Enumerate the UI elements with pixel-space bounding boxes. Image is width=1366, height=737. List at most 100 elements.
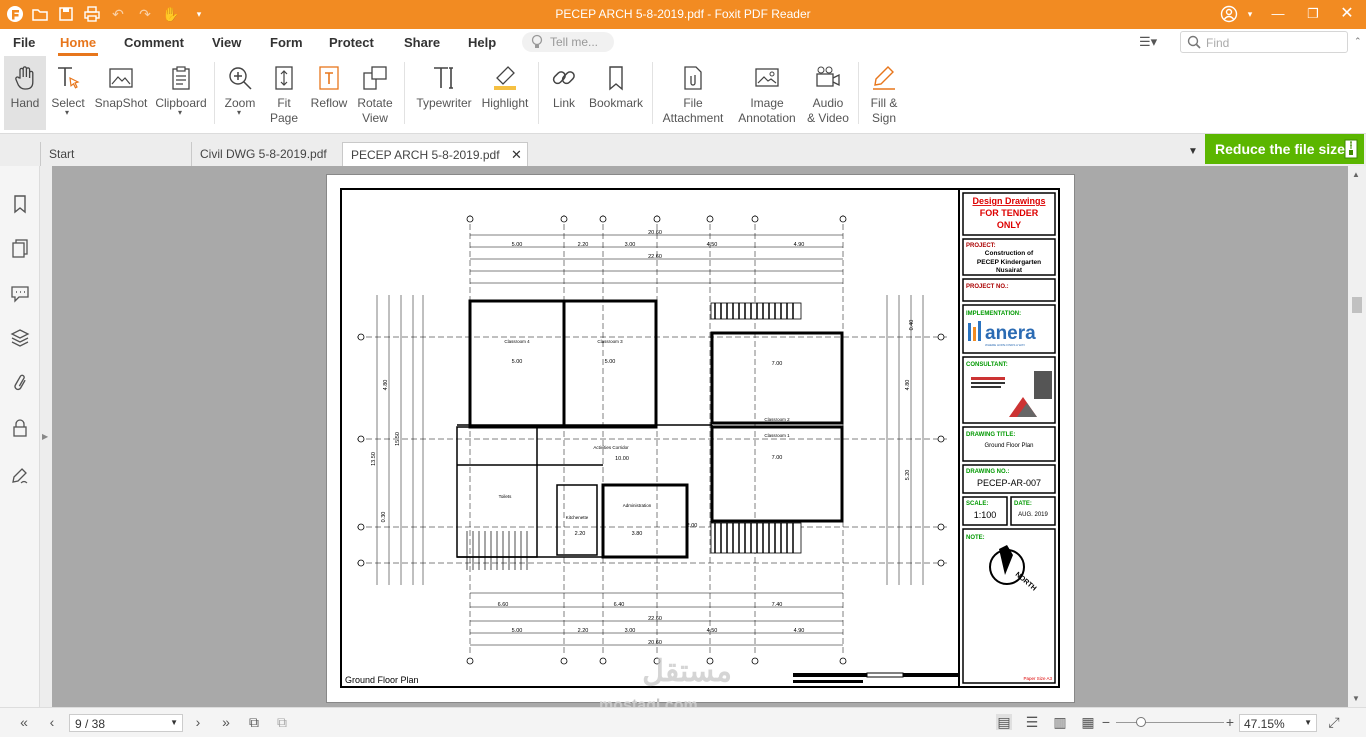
room-administration: Administration: [623, 503, 652, 508]
menu-protect[interactable]: Protect: [329, 35, 374, 50]
file-attachment-button[interactable]: File Attachment: [658, 56, 728, 130]
select-chevron-icon: ▾: [65, 108, 70, 117]
zoom-out-icon[interactable]: −: [1098, 714, 1114, 730]
search-icon: [1187, 35, 1201, 52]
dim-side-1: 4.80: [383, 380, 389, 391]
menu-home[interactable]: Home: [57, 35, 99, 56]
zoom-percentage-input[interactable]: 47.15% ▼: [1239, 714, 1317, 732]
dim-inner-4: 7.00: [772, 455, 783, 461]
comments-panel-icon[interactable]: [10, 283, 30, 303]
tell-me-box[interactable]: Tell me...: [522, 32, 614, 52]
find-input[interactable]: Find: [1180, 31, 1348, 53]
zip-icon: [1344, 139, 1358, 162]
tab-civil-dwg[interactable]: Civil DWG 5-8-2019.pdf: [191, 142, 337, 166]
pages-panel-icon[interactable]: [10, 238, 30, 258]
page-dropdown-chevron-icon[interactable]: ▼: [170, 718, 178, 727]
fill-sign-label-2: Sign: [871, 111, 897, 125]
audio-video-label-1: Audio: [812, 96, 844, 110]
dim-side-2: 15.50: [395, 432, 401, 446]
previous-view-icon[interactable]: ⧉: [246, 714, 262, 730]
snapshot-button[interactable]: SnapShot: [92, 56, 150, 130]
first-page-icon[interactable]: «: [16, 714, 32, 730]
account-chevron-icon[interactable]: ▾: [1237, 5, 1263, 23]
rotate-view-button[interactable]: Rotate View: [354, 56, 396, 130]
fit-label-1: Fit: [277, 96, 291, 110]
security-panel-icon[interactable]: [10, 418, 30, 438]
layers-panel-icon[interactable]: [10, 328, 30, 348]
bookmark-button[interactable]: Bookmark: [586, 56, 646, 130]
minimize-icon[interactable]: —: [1265, 5, 1291, 23]
full-screen-icon[interactable]: ⤢: [1326, 714, 1342, 730]
scroll-down-icon[interactable]: ▼: [1352, 694, 1360, 703]
tb-drawing-title: Ground Floor Plan: [984, 443, 1033, 449]
search-options-icon[interactable]: ☰▾: [1139, 34, 1169, 52]
tb-drawing-title-label: DRAWING TITLE:: [966, 432, 1015, 438]
tab-pecep-arch[interactable]: PECEP ARCH 5-8-2019.pdf ✕: [342, 142, 528, 166]
single-page-view-icon[interactable]: ▤: [996, 714, 1012, 730]
tell-me-placeholder: Tell me...: [550, 35, 599, 49]
facing-view-icon[interactable]: ▥: [1052, 714, 1068, 730]
tab-list-chevron-icon[interactable]: ▼: [1188, 146, 1198, 157]
fit-page-button[interactable]: Fit Page: [264, 56, 304, 130]
menu-view[interactable]: View: [212, 35, 241, 50]
zoom-dropdown-chevron-icon[interactable]: ▼: [1304, 718, 1312, 727]
attachments-panel-icon[interactable]: [10, 373, 30, 393]
hand-icon: [15, 66, 34, 90]
tab-start[interactable]: Start: [40, 142, 192, 166]
rotate-label-1: Rotate: [357, 96, 393, 110]
menu-file[interactable]: File: [13, 35, 35, 50]
menu-comment[interactable]: Comment: [124, 35, 184, 50]
link-button[interactable]: Link: [546, 56, 582, 130]
north-arrow: NORTH: [989, 545, 1037, 593]
close-tab-icon[interactable]: ✕: [511, 147, 522, 163]
dim-row600-1: 6.60: [498, 602, 509, 608]
ribbon-separator: [858, 62, 859, 124]
menu-help[interactable]: Help: [468, 35, 496, 50]
previous-page-icon[interactable]: ‹: [44, 714, 60, 730]
next-page-icon[interactable]: ›: [190, 714, 206, 730]
typewriter-button[interactable]: Typewriter: [412, 56, 476, 130]
tb-header-1: Design Drawings: [972, 196, 1045, 206]
dim-side-6: 0.40: [909, 320, 915, 331]
expand-panel-icon[interactable]: ▶: [42, 432, 48, 441]
clipboard-chevron-icon: ▾: [178, 108, 183, 117]
image-annotation-button[interactable]: Image Annotation: [732, 56, 802, 130]
fill-sign-button[interactable]: Fill & Sign: [864, 56, 904, 130]
room-classroom-4: Classroom 4: [504, 339, 530, 344]
fill-sign-label-1: Fill &: [870, 96, 898, 110]
room-activities: Activities Corridor: [593, 445, 629, 450]
continuous-view-icon[interactable]: ☰: [1024, 714, 1040, 730]
clipboard-icon: [172, 66, 190, 90]
scroll-up-icon[interactable]: ▲: [1352, 170, 1360, 179]
hand-tool-button[interactable]: Hand: [4, 56, 46, 130]
vertical-scrollbar[interactable]: ▲ ▼: [1348, 166, 1366, 707]
continuous-facing-view-icon[interactable]: ▦: [1080, 714, 1096, 730]
zoom-slider-thumb[interactable]: [1136, 717, 1146, 727]
audio-video-button[interactable]: Audio & Video: [804, 56, 852, 130]
menu-form[interactable]: Form: [270, 35, 303, 50]
scroll-thumb[interactable]: [1352, 297, 1362, 313]
signature-panel-icon[interactable]: [10, 466, 30, 486]
close-window-icon[interactable]: ✕: [1334, 5, 1360, 23]
reduce-file-size-button[interactable]: Reduce the file size: [1205, 134, 1364, 164]
zoom-slider-track[interactable]: [1116, 722, 1224, 723]
collapse-ribbon-icon[interactable]: ⌃: [1354, 36, 1362, 47]
last-page-icon[interactable]: »: [218, 714, 234, 730]
link-label: Link: [552, 96, 575, 110]
clipboard-button[interactable]: Clipboard ▾: [154, 56, 208, 130]
tb-drawing-no: PECEP-AR-007: [977, 478, 1041, 488]
zoom-button[interactable]: Zoom ▾: [220, 56, 260, 130]
zoom-in-icon[interactable]: +: [1222, 714, 1238, 730]
restore-icon[interactable]: ❐: [1300, 5, 1326, 23]
tb-project-3: Nusairat: [996, 267, 1023, 274]
reflow-button[interactable]: Reflow: [308, 56, 350, 130]
lightbulb-icon: [530, 34, 544, 53]
next-view-icon[interactable]: ⧉: [274, 714, 290, 730]
menu-share[interactable]: Share: [404, 35, 440, 50]
reflow-icon: [319, 66, 339, 90]
bookmarks-panel-icon[interactable]: [10, 194, 30, 214]
fill-sign-icon: [873, 66, 895, 90]
highlight-button[interactable]: Highlight: [478, 56, 532, 130]
select-tool-button[interactable]: Select ▾: [48, 56, 88, 130]
page-number-input[interactable]: 9 / 38 ▼: [69, 714, 183, 732]
